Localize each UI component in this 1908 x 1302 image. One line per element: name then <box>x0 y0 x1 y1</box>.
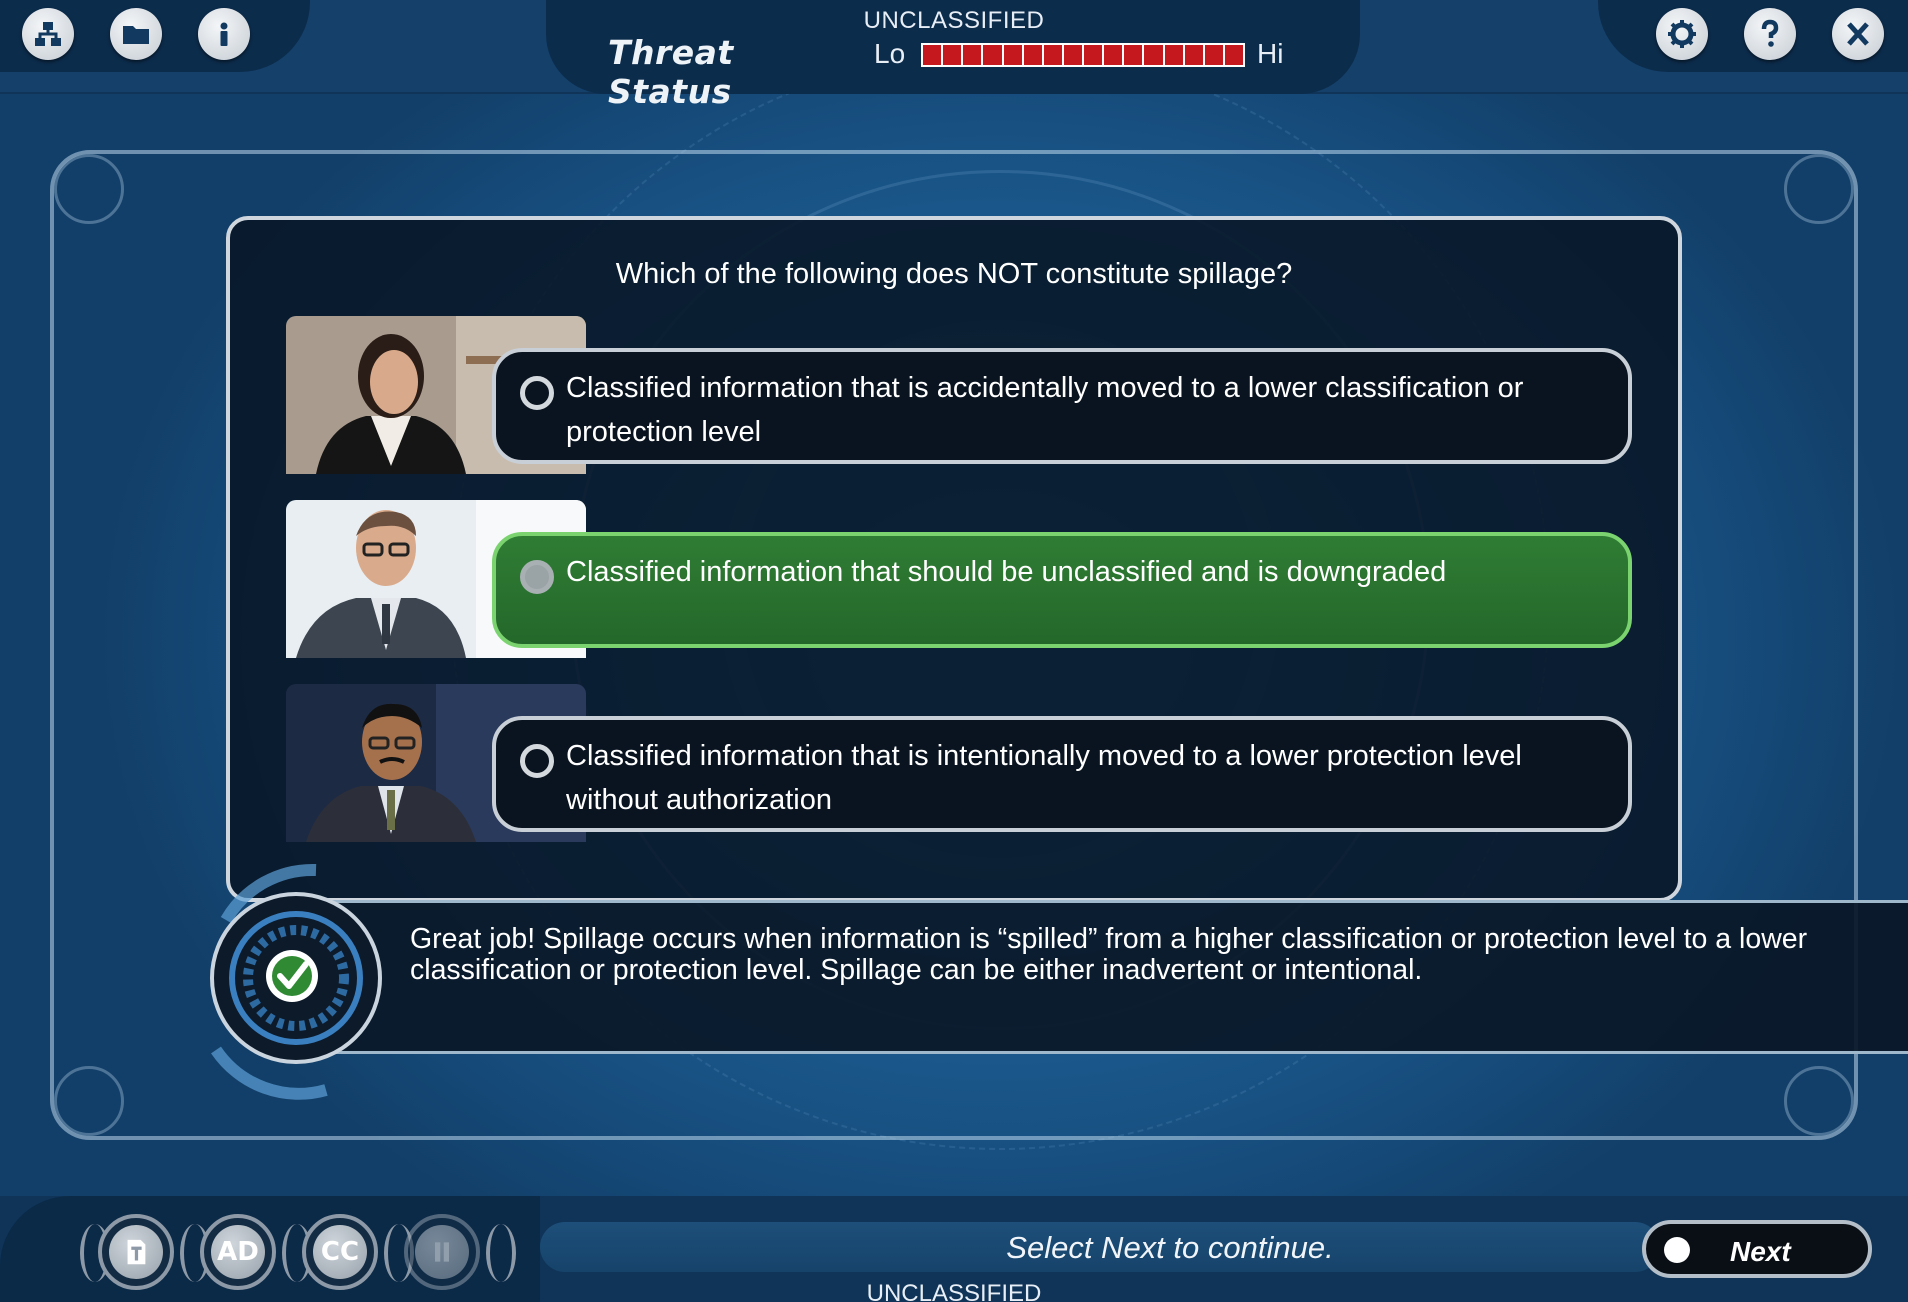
next-button[interactable]: Next <box>1642 1220 1872 1278</box>
feedback-message: Great job! Spillage occurs when informat… <box>410 923 1808 986</box>
classification-banner-bottom: UNCLASSIFIED <box>866 1280 1042 1302</box>
question-prompt: Which of the following does NOT constitu… <box>615 258 1293 290</box>
radio-button[interactable] <box>520 376 554 410</box>
audio-description-button[interactable]: AD <box>200 1214 276 1290</box>
next-button-label: Next <box>1730 1236 1791 1267</box>
threat-status-title: Threat Status <box>608 33 734 111</box>
frame-corner <box>1784 1066 1854 1136</box>
threat-meter-segment <box>1003 45 1022 65</box>
answer-option-label: Classified information that is intention… <box>566 740 1522 816</box>
frame-corner <box>54 154 124 224</box>
check-icon <box>210 863 382 1100</box>
threat-meter-segment <box>963 45 982 65</box>
threat-meter-segment <box>1124 45 1143 65</box>
threat-meter-segment <box>1084 45 1103 65</box>
threat-meter-segment <box>1104 45 1123 65</box>
threat-meter <box>921 43 1245 67</box>
threat-lo-label: Lo <box>874 38 906 69</box>
threat-meter-segment <box>1023 45 1042 65</box>
radio-button[interactable] <box>520 560 554 594</box>
threat-meter-segment <box>1043 45 1062 65</box>
frame-corner <box>1784 154 1854 224</box>
answer-option-label: Classified information that is accidenta… <box>566 372 1524 448</box>
audio-description-label: AD <box>211 1225 265 1279</box>
threat-meter-segment <box>1063 45 1082 65</box>
next-indicator-dot <box>1664 1237 1690 1263</box>
answer-option-2[interactable]: Classified information that should be un… <box>492 532 1632 648</box>
answer-option-3[interactable]: Classified information that is intention… <box>492 716 1632 832</box>
threat-meter-segment <box>983 45 1002 65</box>
threat-hi-label: Hi <box>1257 38 1284 69</box>
frame-corner <box>54 1066 124 1136</box>
threat-meter-segment <box>1144 45 1163 65</box>
transcript-button[interactable] <box>98 1214 174 1290</box>
closed-captions-button[interactable]: CC <box>302 1214 378 1290</box>
threat-meter-segment <box>943 45 962 65</box>
threat-meter-segment <box>923 45 942 65</box>
closed-captions-label: CC <box>313 1225 367 1279</box>
threat-meter-segment <box>1164 45 1183 65</box>
pause-icon <box>435 1242 449 1262</box>
answer-option-1[interactable]: Classified information that is accidenta… <box>492 348 1632 464</box>
status-message: Select Next to continue. <box>1006 1230 1334 1265</box>
radio-button[interactable] <box>520 744 554 778</box>
control-connector <box>486 1224 516 1282</box>
threat-meter-segment <box>1204 45 1223 65</box>
answer-option-label: Classified information that should be un… <box>566 556 1447 588</box>
pause-button[interactable] <box>404 1214 480 1290</box>
threat-meter-segment <box>1224 45 1243 65</box>
transcript-icon <box>127 1239 146 1265</box>
stage: UNCLASSIFIED Threat Status Lo Hi Which o… <box>0 0 1908 1302</box>
classification-banner-top: UNCLASSIFIED <box>863 7 1045 34</box>
threat-meter-segment <box>1184 45 1203 65</box>
